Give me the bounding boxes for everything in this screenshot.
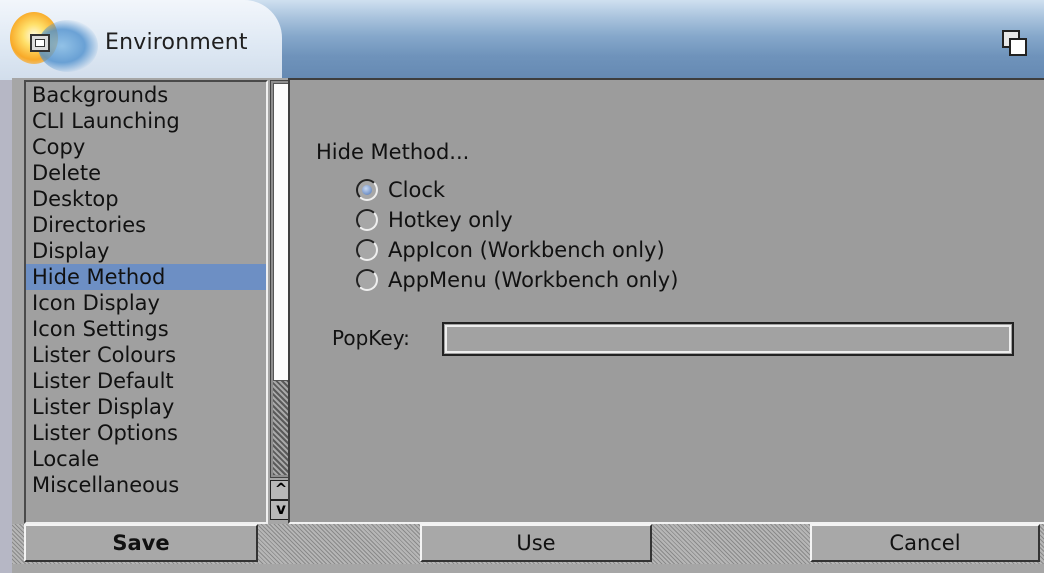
radio-checked-icon[interactable]: [356, 179, 378, 201]
radio-icon[interactable]: [356, 209, 378, 231]
list-item[interactable]: Directories: [26, 212, 266, 238]
radio-icon[interactable]: [356, 239, 378, 261]
list-item[interactable]: Icon Settings: [26, 316, 266, 342]
radio-label: AppIcon (Workbench only): [388, 238, 665, 262]
window-depth-icon[interactable]: [1002, 30, 1028, 56]
use-button[interactable]: Use: [420, 524, 652, 562]
list-item[interactable]: Lister Colours: [26, 342, 266, 368]
title-bar[interactable]: Environment: [0, 0, 1044, 80]
hide-method-panel: Hide Method... Clock Hotkey only AppIcon…: [288, 78, 1044, 524]
environment-window: Environment Backgrounds CLI Launching Co…: [0, 0, 1044, 573]
list-item[interactable]: Miscellaneous: [26, 472, 266, 498]
radio-label: Clock: [388, 178, 446, 202]
popkey-input[interactable]: [442, 322, 1014, 356]
section-label: Hide Method...: [316, 140, 470, 164]
list-item[interactable]: Locale: [26, 446, 266, 472]
window-title: Environment: [105, 30, 248, 55]
list-item[interactable]: CLI Launching: [26, 108, 266, 134]
list-item[interactable]: Display: [26, 238, 266, 264]
list-item[interactable]: Lister Options: [26, 420, 266, 446]
list-item[interactable]: Backgrounds: [26, 82, 266, 108]
popkey-label: PopKey:: [332, 326, 410, 350]
list-item-selected[interactable]: Hide Method: [26, 264, 266, 290]
radio-icon[interactable]: [356, 269, 378, 291]
list-item[interactable]: Desktop: [26, 186, 266, 212]
list-item[interactable]: Lister Default: [26, 368, 266, 394]
radio-clock[interactable]: Clock: [356, 177, 445, 203]
button-bar: Save Use Cancel: [12, 524, 1044, 564]
scroll-track-pattern: [273, 381, 289, 475]
radio-label: AppMenu (Workbench only): [388, 268, 679, 292]
list-item[interactable]: Delete: [26, 160, 266, 186]
window-body: Backgrounds CLI Launching Copy Delete De…: [12, 78, 1044, 573]
cancel-button[interactable]: Cancel: [810, 524, 1040, 562]
title-tab: Environment: [0, 0, 282, 80]
settings-category-list[interactable]: Backgrounds CLI Launching Copy Delete De…: [24, 80, 268, 524]
save-button[interactable]: Save: [24, 524, 258, 562]
list-item[interactable]: Icon Display: [26, 290, 266, 316]
radio-hotkey-only[interactable]: Hotkey only: [356, 207, 513, 233]
radio-appmenu[interactable]: AppMenu (Workbench only): [356, 267, 678, 293]
radio-label: Hotkey only: [388, 208, 513, 232]
window-close-icon[interactable]: [30, 34, 50, 52]
list-item[interactable]: Copy: [26, 134, 266, 160]
radio-appicon[interactable]: AppIcon (Workbench only): [356, 237, 665, 263]
list-item[interactable]: Lister Display: [26, 394, 266, 420]
